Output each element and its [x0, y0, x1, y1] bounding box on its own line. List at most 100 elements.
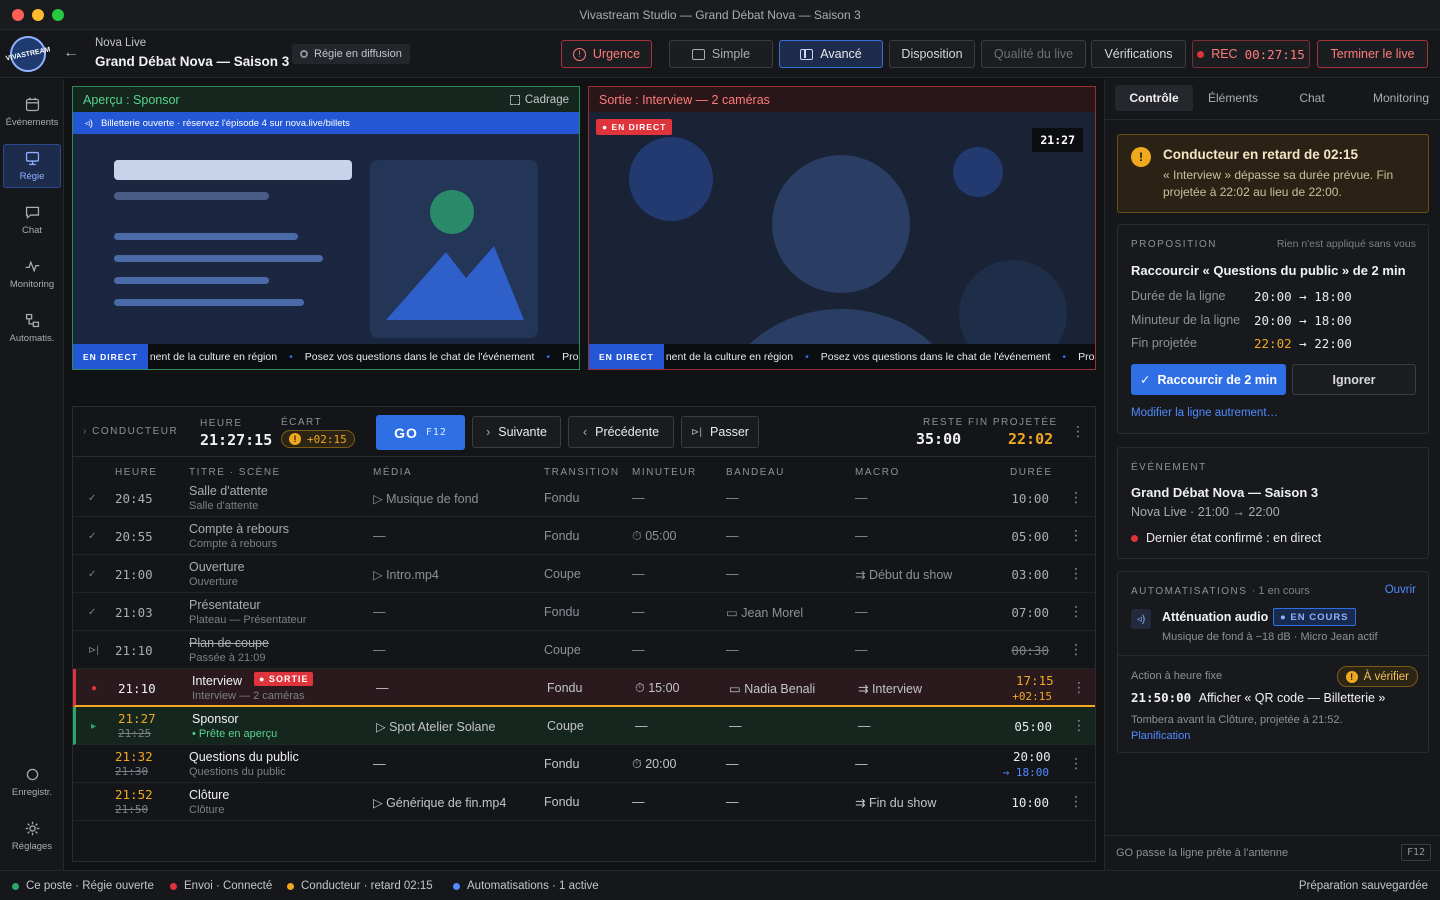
go-button[interactable]: GO F12 — [376, 415, 465, 450]
end-live-button[interactable]: Terminer le live — [1317, 40, 1428, 68]
tab-chat[interactable]: Chat — [1273, 85, 1351, 111]
row-status-icon: ▸ — [91, 720, 97, 732]
verify-badge[interactable]: ! À vérifier — [1336, 666, 1418, 687]
sidebar-item-chat[interactable]: Chat — [3, 198, 61, 242]
app-logo[interactable]: VIVASTREAM — [5, 32, 51, 76]
sidebar-item-monitoring[interactable]: Monitoring — [3, 252, 61, 296]
apply-shorten-button[interactable]: ✓ Raccourcir de 2 min — [1131, 364, 1286, 395]
quality-button[interactable]: Qualité du live — [981, 40, 1086, 68]
modify-line-link[interactable]: Modifier la ligne autrement… — [1131, 407, 1278, 419]
row-duration: 05:00 — [1014, 718, 1052, 734]
row-more-icon[interactable]: ⋮ — [1072, 679, 1086, 696]
simple-mode-button[interactable]: Simple — [669, 40, 773, 68]
sidebar-item-reglages[interactable]: Réglages — [3, 814, 61, 858]
output-live-badge: ● EN DIRECT — [596, 119, 673, 135]
row-timer: — — [635, 719, 648, 733]
row-bandeau: — — [726, 567, 739, 581]
row-more-icon[interactable]: ⋮ — [1069, 527, 1083, 544]
sidebar-item-automatisations[interactable]: Automatis. — [3, 306, 61, 350]
row-title: Compte à rebours — [189, 522, 290, 536]
event-title: Grand Débat Nova — Saison 3 — [95, 54, 290, 69]
automation-item-title: Atténuation audio — [1162, 610, 1269, 624]
broadcast-dot-icon — [300, 50, 308, 58]
rundown-more-icon[interactable]: ⋮ — [1071, 423, 1085, 440]
next-button[interactable]: › Suivante — [472, 416, 561, 448]
minimize-window-button[interactable] — [32, 9, 44, 21]
row-more-icon[interactable]: ⋮ — [1069, 641, 1083, 658]
row-transition: Fondu — [544, 795, 580, 809]
row-scene: • Prête en aperçu — [192, 728, 278, 740]
row-scene: Compte à rebours — [189, 538, 278, 550]
row-time-old: 21:50 — [115, 803, 149, 816]
tab-elements[interactable]: Éléments — [1194, 85, 1272, 111]
previous-button[interactable]: ‹ Précédente — [568, 416, 674, 448]
row-transition: Fondu — [544, 491, 580, 505]
preview-pane[interactable]: Aperçu : Sponsor Cadrage ◃) Billetterie … — [72, 86, 580, 370]
row-macro: — — [855, 605, 868, 619]
open-automations-link[interactable]: Ouvrir — [1385, 584, 1416, 596]
current-clock: 21:27:15 — [200, 431, 273, 449]
rundown-row[interactable]: ⊳| 21:10 Plan de coupe Passée à 21:09 — Coupe… — [73, 631, 1095, 669]
rundown-row[interactable]: ✓ 20:45 Salle d'attente Salle d'attente ▷ Mu… — [73, 479, 1095, 517]
rundown-row[interactable]: 21:32 21:30 Questions du public Questions d… — [73, 745, 1095, 783]
row-more-icon[interactable]: ⋮ — [1069, 603, 1083, 620]
disposition-button[interactable]: Disposition — [889, 40, 975, 68]
alert-text-2: projetée à 22:02 au lieu de 22:00. — [1163, 185, 1342, 199]
cadrage-button[interactable]: Cadrage — [509, 94, 569, 106]
row-duration: 03:00 — [1011, 566, 1049, 582]
row-time: 21:10 — [115, 642, 153, 658]
rundown-row[interactable]: ● 21:10 Interview ● SORTIE Interview — 2 cam… — [73, 669, 1095, 707]
chevron-right-icon: › — [486, 425, 491, 439]
row-media: — — [373, 605, 386, 619]
rundown-row[interactable]: 21:52 21:50 Clôture Clôture ▷ Générique de f… — [73, 783, 1095, 821]
row-macro: ⇉ Interview — [858, 681, 922, 696]
tab-monitoring[interactable]: Monitoring — [1352, 85, 1440, 111]
row-media: ▷ Spot Atelier Solane — [376, 719, 496, 734]
camera-scene-graphic — [589, 112, 1095, 369]
preview-title: Aperçu : Sponsor — [83, 92, 180, 107]
go-key-hint: F12 — [1401, 844, 1432, 861]
live-dot-icon — [1131, 534, 1138, 542]
maximize-window-button[interactable] — [52, 9, 64, 21]
rundown-row[interactable]: ▸ 21:27 21:25 Sponsor • Prête en aperçu ▷ Spo… — [73, 707, 1095, 745]
output-pane[interactable]: Sortie : Interview — 2 caméras ● EN DIRE… — [588, 86, 1096, 370]
rundown-row[interactable]: ✓ 21:03 Présentateur Plateau — Présentateur… — [73, 593, 1095, 631]
verifications-button[interactable]: Vérifications — [1091, 40, 1186, 68]
alert-circle-icon: ! — [572, 47, 586, 61]
chat-icon — [25, 206, 39, 219]
row-duration: 10:00 — [1011, 490, 1049, 506]
audio-icon: ◃) — [1131, 609, 1151, 629]
close-window-button[interactable] — [12, 9, 24, 21]
urgence-button[interactable]: ! Urgence — [561, 40, 652, 68]
row-time: 21:32 — [115, 749, 153, 764]
row-more-icon[interactable]: ⋮ — [1069, 489, 1083, 506]
row-more-icon[interactable]: ⋮ — [1072, 717, 1086, 734]
clock-label: HEURE — [200, 418, 243, 429]
sidebar-item-evenements[interactable]: Événements — [3, 90, 61, 134]
planification-link[interactable]: Planification — [1131, 730, 1190, 742]
row-transition: Coupe — [547, 719, 584, 733]
row-more-icon[interactable]: ⋮ — [1069, 565, 1083, 582]
back-arrow-icon[interactable]: ← — [63, 44, 79, 62]
row-time: 21:27 — [118, 711, 156, 726]
org-name: Nova Live — [95, 37, 147, 49]
window-titlebar: Vivastream Studio — Grand Débat Nova — S… — [0, 0, 1440, 30]
warning-icon: ! — [1131, 147, 1151, 167]
record-icon — [26, 768, 38, 781]
skip-button[interactable]: ⊳| Passer — [681, 416, 759, 448]
output-clock: 21:27 — [1032, 128, 1083, 152]
offset-label: ÉCART — [281, 417, 323, 428]
row-bandeau: ▭ Jean Morel — [726, 605, 804, 620]
advanced-mode-button[interactable]: Avancé — [779, 40, 883, 68]
rundown-row[interactable]: ✓ 21:00 Ouverture Ouverture ▷ Intro.mp4 Coupe… — [73, 555, 1095, 593]
sidebar-item-enregistrements[interactable]: Enregistr. — [3, 760, 61, 804]
row-macro: — — [855, 643, 868, 657]
tab-controle[interactable]: Contrôle — [1115, 85, 1193, 111]
rundown-row[interactable]: ✓ 20:55 Compte à rebours Compte à rebours — F… — [73, 517, 1095, 555]
sidebar-item-regie[interactable]: Régie — [3, 144, 61, 188]
row-scene: Clôture — [189, 804, 225, 816]
ignore-button[interactable]: Ignorer — [1292, 364, 1416, 395]
right-tabs: Contrôle Éléments Chat Monitoring — [1115, 79, 1431, 117]
row-more-icon[interactable]: ⋮ — [1069, 755, 1083, 772]
row-more-icon[interactable]: ⋮ — [1069, 793, 1083, 810]
